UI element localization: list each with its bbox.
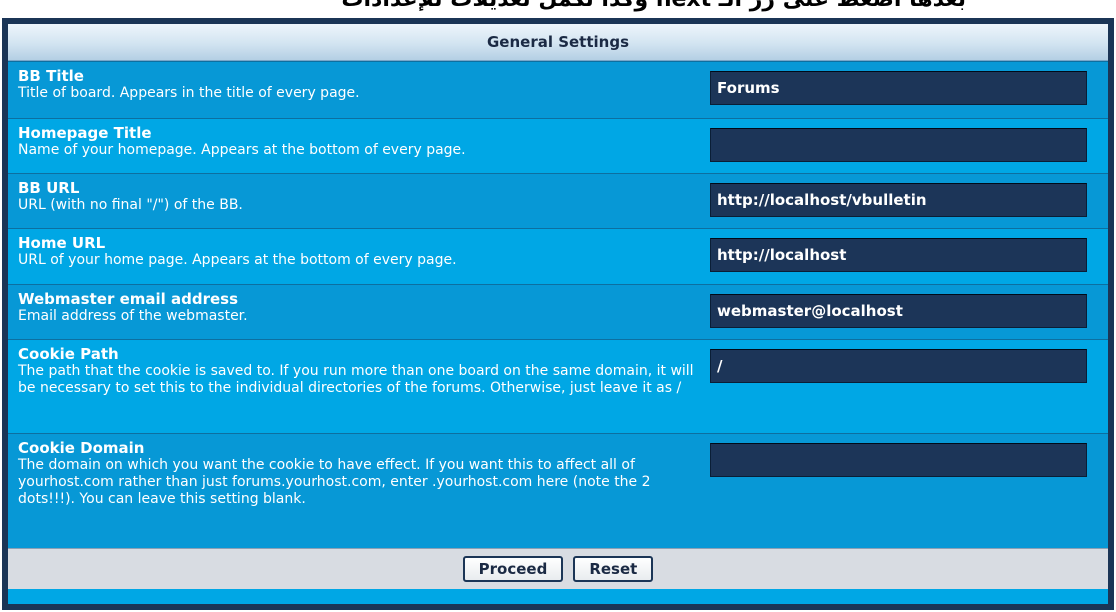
homepage-title-input[interactable] bbox=[710, 128, 1087, 162]
setting-row-cookie-domain: Cookie Domain The domain on which you wa… bbox=[8, 433, 1108, 548]
proceed-button[interactable]: Proceed bbox=[462, 556, 564, 582]
setting-label: Home URL URL of your home page. Appears … bbox=[8, 229, 708, 284]
setting-title: Home URL bbox=[18, 234, 106, 252]
setting-description: URL (with no final "/") of the BB. bbox=[18, 197, 243, 213]
setting-description: The path that the cookie is saved to. If… bbox=[18, 363, 694, 396]
setting-label: Homepage Title Name of your homepage. Ap… bbox=[8, 119, 708, 173]
setting-title: BB URL bbox=[18, 179, 80, 197]
cookie-domain-input[interactable] bbox=[710, 443, 1087, 477]
setting-description: Email address of the webmaster. bbox=[18, 308, 248, 324]
webmaster-email-input[interactable] bbox=[710, 294, 1087, 328]
home-url-input[interactable] bbox=[710, 238, 1087, 272]
panel-title: General Settings bbox=[8, 24, 1108, 61]
setting-title: Cookie Path bbox=[18, 345, 119, 363]
page-caption: بعدها اضغط على زر الـ next وكذا تكمل تعد… bbox=[0, 0, 1116, 12]
setting-title: BB Title bbox=[18, 67, 84, 85]
setting-description: URL of your home page. Appears at the bo… bbox=[18, 252, 457, 268]
setting-label: Webmaster email address Email address of… bbox=[8, 285, 708, 339]
setting-row-homepage-title: Homepage Title Name of your homepage. Ap… bbox=[8, 118, 1108, 173]
setting-row-bb-url: BB URL URL (with no final "/") of the BB… bbox=[8, 173, 1108, 228]
reset-button[interactable]: Reset bbox=[573, 556, 654, 582]
setting-title: Cookie Domain bbox=[18, 439, 145, 457]
bb-title-input[interactable] bbox=[710, 71, 1087, 105]
setting-row-bb-title: BB Title Title of board. Appears in the … bbox=[8, 61, 1108, 118]
setting-label: BB URL URL (with no final "/") of the BB… bbox=[8, 174, 708, 228]
setting-title: Homepage Title bbox=[18, 124, 152, 142]
cookie-path-input[interactable] bbox=[710, 349, 1087, 383]
form-actions: Proceed Reset bbox=[8, 548, 1108, 589]
setting-label: Cookie Domain The domain on which you wa… bbox=[8, 434, 708, 548]
bb-url-input[interactable] bbox=[710, 183, 1087, 217]
setting-row-home-url: Home URL URL of your home page. Appears … bbox=[8, 228, 1108, 284]
general-settings-panel: General Settings BB Title Title of board… bbox=[6, 22, 1110, 606]
setting-row-cookie-path: Cookie Path The path that the cookie is … bbox=[8, 339, 1108, 433]
setting-title: Webmaster email address bbox=[18, 290, 239, 308]
setting-description: Title of board. Appears in the title of … bbox=[18, 85, 360, 101]
setting-label: BB Title Title of board. Appears in the … bbox=[8, 62, 708, 118]
setting-label: Cookie Path The path that the cookie is … bbox=[8, 340, 708, 433]
setting-description: Name of your homepage. Appears at the bo… bbox=[18, 142, 466, 158]
setting-description: The domain on which you want the cookie … bbox=[18, 457, 651, 507]
setting-row-webmaster-email: Webmaster email address Email address of… bbox=[8, 284, 1108, 339]
